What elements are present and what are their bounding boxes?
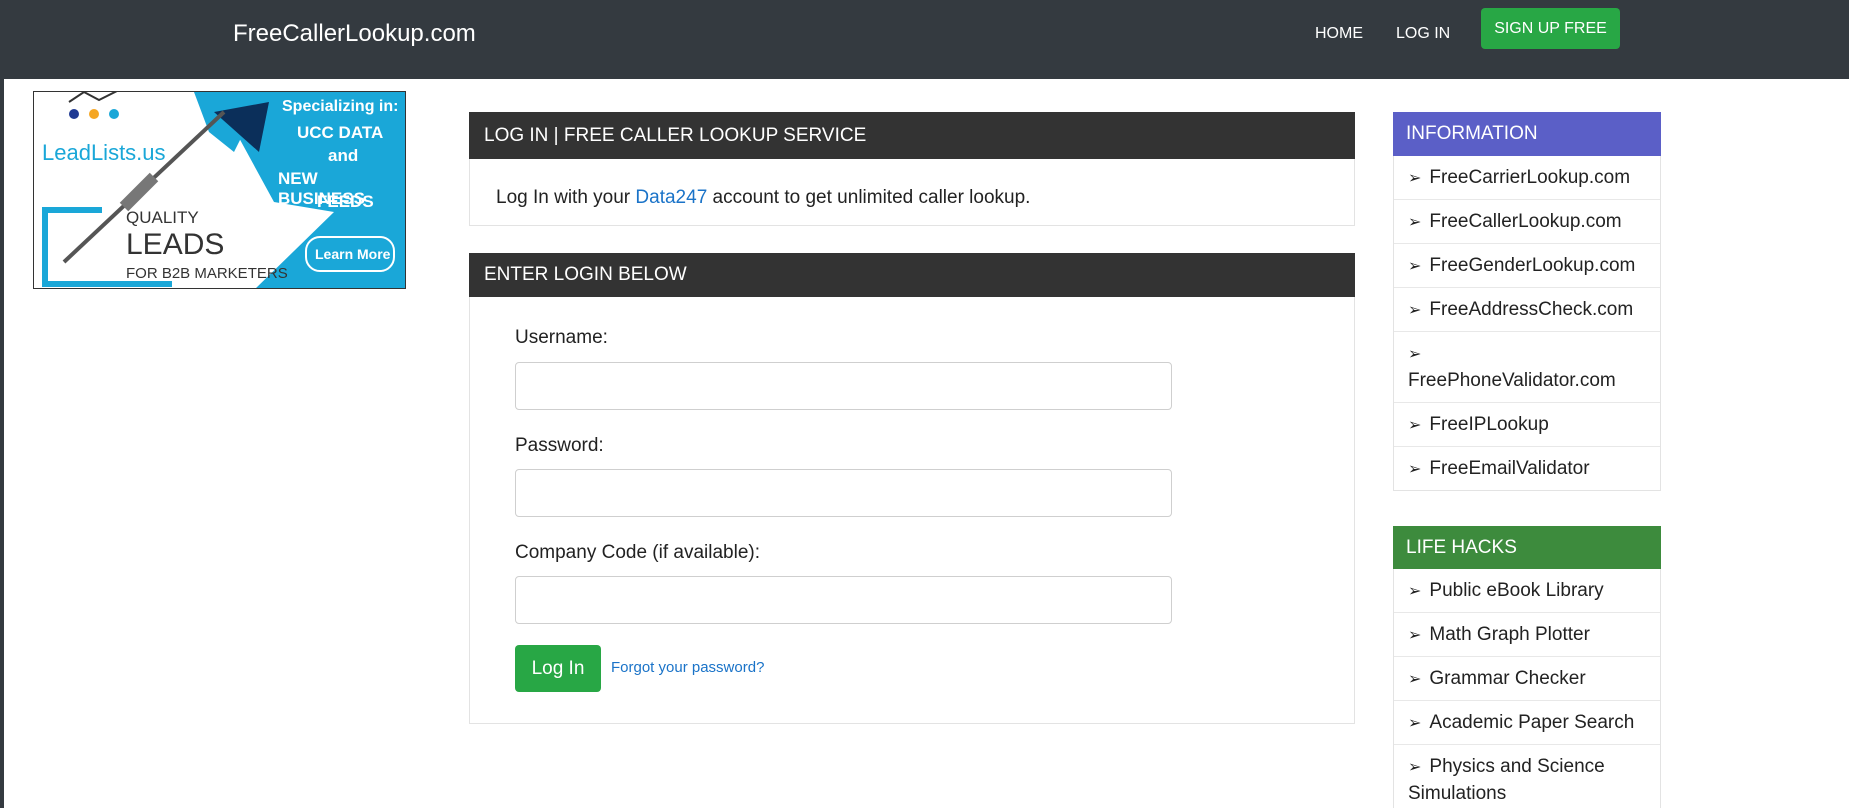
ad-leads: LEADS xyxy=(126,228,225,261)
ad-line5: FEEDS xyxy=(317,192,374,211)
life-hacks-list: ➢ Public eBook Library ➢ Math Graph Plotte… xyxy=(1393,569,1661,808)
information-header: INFORMATION xyxy=(1393,112,1661,156)
form-panel-header: ENTER LOGIN BELOW xyxy=(469,253,1355,297)
top-navbar: FreeCallerLookup.com HOME LOG IN SIGN UP… xyxy=(0,0,1849,79)
intro-before: Log In with your xyxy=(496,187,636,208)
ad-b2b: FOR B2B MARKETERS xyxy=(126,265,288,282)
ad-quality: QUALITY xyxy=(126,208,199,227)
brand-link[interactable]: FreeCallerLookup.com xyxy=(233,20,476,48)
ad-line3: and xyxy=(328,146,359,165)
ad-banner[interactable]: LeadLists.us Specializing in: UCC DATA a… xyxy=(33,91,406,289)
signup-button[interactable]: SIGN UP FREE xyxy=(1481,8,1620,49)
lifehack-item-graph-plotter[interactable]: ➢ Math Graph Plotter xyxy=(1394,613,1660,657)
login-form: Username: Password: Company Code (if ava… xyxy=(469,297,1355,724)
login-button[interactable]: Log In xyxy=(515,645,601,692)
arrow-icon: ➢ xyxy=(1408,344,1422,363)
intro-text: Log In with your Data247 account to get … xyxy=(496,187,1030,209)
info-item-freecarrierlookup[interactable]: ➢ FreeCarrierLookup.com xyxy=(1394,156,1660,200)
lifehack-item-physics-sims[interactable]: ➢ Physics and Science Simulations xyxy=(1394,745,1660,808)
arrow-icon: ➢ xyxy=(1408,581,1422,600)
arrow-icon: ➢ xyxy=(1408,757,1422,776)
login-panel-body: Log In with your Data247 account to get … xyxy=(469,159,1355,226)
form-panel-title: ENTER LOGIN BELOW xyxy=(484,264,687,285)
info-item-freeaddresscheck[interactable]: ➢ FreeAddressCheck.com xyxy=(1394,288,1660,332)
information-title: INFORMATION xyxy=(1406,123,1538,144)
ad-line1: Specializing in: xyxy=(282,98,399,115)
lifehack-item-paper-search[interactable]: ➢ Academic Paper Search xyxy=(1394,701,1660,745)
info-item-freephonevalidator[interactable]: ➢ FreePhoneValidator.com xyxy=(1394,332,1660,403)
company-code-label: Company Code (if available): xyxy=(515,542,761,563)
nav-login-link[interactable]: LOG IN xyxy=(1396,25,1450,43)
password-input[interactable] xyxy=(515,469,1172,517)
info-item-freegenderlookup[interactable]: ➢ FreeGenderLookup.com xyxy=(1394,244,1660,288)
nav-home-link[interactable]: HOME xyxy=(1315,25,1363,43)
ad-learn-more[interactable]: Learn More xyxy=(315,246,390,262)
life-hacks-header: LIFE HACKS xyxy=(1393,526,1661,569)
information-list: ➢ FreeCarrierLookup.com ➢ FreeCallerLookup… xyxy=(1393,156,1661,491)
arrow-icon: ➢ xyxy=(1408,256,1422,275)
arrow-icon: ➢ xyxy=(1408,669,1422,688)
lifehack-item-ebook-library[interactable]: ➢ Public eBook Library xyxy=(1394,569,1660,613)
arrow-icon: ➢ xyxy=(1408,415,1422,434)
login-panel-header: LOG IN | FREE CALLER LOOKUP SERVICE xyxy=(469,112,1355,159)
lifehack-item-grammar-checker[interactable]: ➢ Grammar Checker xyxy=(1394,657,1660,701)
arrow-icon: ➢ xyxy=(1408,625,1422,644)
info-item-freeiplookup[interactable]: ➢ FreeIPLookup xyxy=(1394,403,1660,447)
life-hacks-title: LIFE HACKS xyxy=(1406,536,1517,558)
password-label: Password: xyxy=(515,435,604,456)
data247-link[interactable]: Data247 xyxy=(635,187,707,208)
arrow-icon: ➢ xyxy=(1408,459,1422,478)
ad-line2: UCC DATA xyxy=(297,123,384,142)
arrow-icon: ➢ xyxy=(1408,168,1422,187)
arrow-icon: ➢ xyxy=(1408,300,1422,319)
company-code-input[interactable] xyxy=(515,576,1172,624)
arrow-icon: ➢ xyxy=(1408,713,1422,732)
ad-logo-text: LeadLists.us xyxy=(42,140,166,165)
forgot-password-link[interactable]: Forgot your password? xyxy=(611,659,764,676)
username-input[interactable] xyxy=(515,362,1172,410)
info-item-freeemailvalidator[interactable]: ➢ FreeEmailValidator xyxy=(1394,447,1660,490)
intro-after: account to get unlimited caller lookup. xyxy=(707,187,1031,208)
arrow-icon: ➢ xyxy=(1408,212,1422,231)
username-label: Username: xyxy=(515,327,608,348)
login-panel-title: LOG IN | FREE CALLER LOOKUP SERVICE xyxy=(484,124,867,146)
info-item-freecallerlookup[interactable]: ➢ FreeCallerLookup.com xyxy=(1394,200,1660,244)
